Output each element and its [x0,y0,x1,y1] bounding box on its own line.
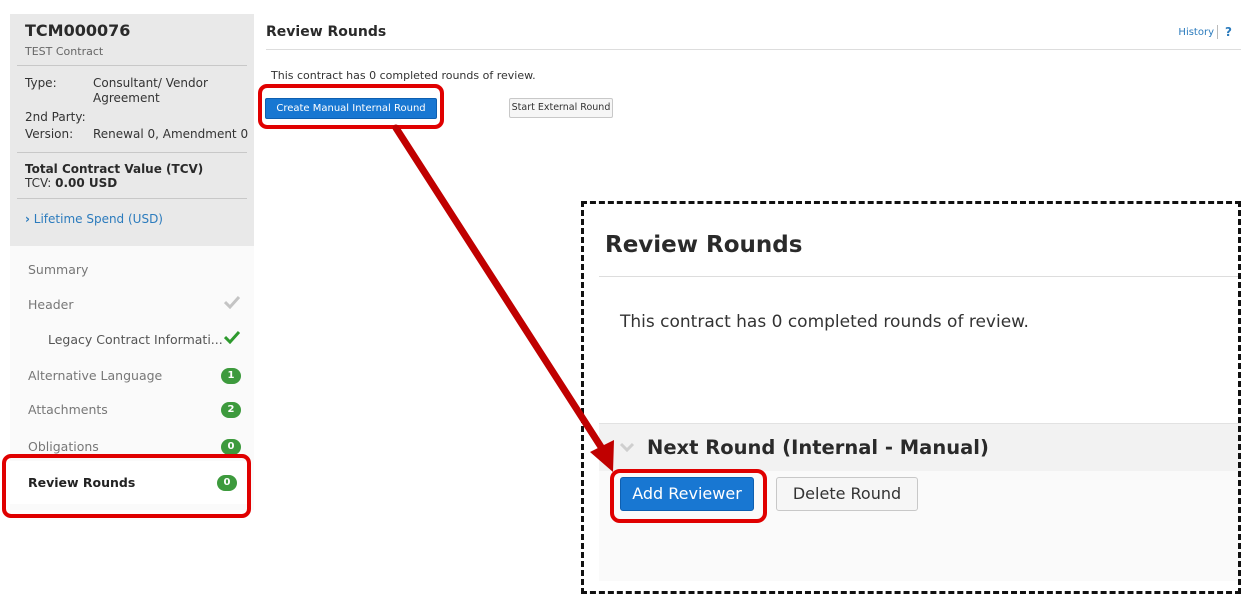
count-badge: 2 [221,402,241,418]
nav-item-label: Alternative Language [28,368,163,383]
contract-name: TEST Contract [25,45,104,58]
lifetime-spend-label: Lifetime Spend (USD) [33,212,163,226]
type-value-line1: Consultant/ Vendor [93,76,208,90]
history-link[interactable]: History [1178,27,1214,38]
help-link[interactable]: ? [1217,25,1232,39]
divider [17,65,247,66]
nav-item-attachments[interactable]: Attachments 2 [10,397,254,425]
nav-item-alternative-language[interactable]: Alternative Language 1 [10,363,254,391]
contract-id: TCM000076 [25,21,131,40]
tcv-title: Total Contract Value (TCV) [25,162,204,176]
tcv-line: TCV: 0.00 USD [25,176,117,190]
count-badge: 0 [221,439,241,455]
highlight-add-reviewer-button [610,469,767,523]
version-label: Version: [25,127,74,141]
nav-item-summary[interactable]: Summary [10,257,254,285]
tcv-label: TCV: [25,176,52,190]
page-title: Review Rounds [266,24,387,40]
lifetime-spend-link[interactable]: › Lifetime Spend (USD) [25,212,163,226]
count-badge: 1 [221,368,241,384]
nav-item-header[interactable]: Header [10,292,254,320]
check-icon [223,330,241,347]
nav-item-label: Summary [28,262,89,277]
nav-item-legacy-contract-info[interactable]: Legacy Contract Informati... [10,327,254,355]
check-icon-gray [223,295,241,312]
start-external-round-button[interactable]: Start External Round [509,98,613,118]
tcv-value: 0.00 USD [55,176,118,190]
nav-item-label: Header [28,297,74,312]
divider [17,152,247,153]
contract-info-panel: TCM000076 TEST Contract Type: Consultant… [10,14,254,246]
highlight-review-rounds-nav [2,454,251,518]
contract-sidebar: TCM000076 TEST Contract Type: Consultant… [10,14,254,510]
highlight-create-manual-button [258,84,444,129]
type-value-line2: Agreement [93,91,160,105]
type-label: Type: [25,76,57,90]
rounds-description: This contract has 0 completed rounds of … [271,69,536,82]
second-party-label: 2nd Party: [25,110,86,124]
divider [266,49,1241,50]
nav-item-label: Attachments [28,402,108,417]
nav-item-label: Legacy Contract Informati... [48,332,223,347]
version-value: Renewal 0, Amendment 0 [93,127,249,141]
chevron-right-icon: › [25,212,30,226]
divider [17,198,247,199]
zoom-dashed-border [581,201,1241,594]
nav-item-label: Obligations [28,439,99,454]
